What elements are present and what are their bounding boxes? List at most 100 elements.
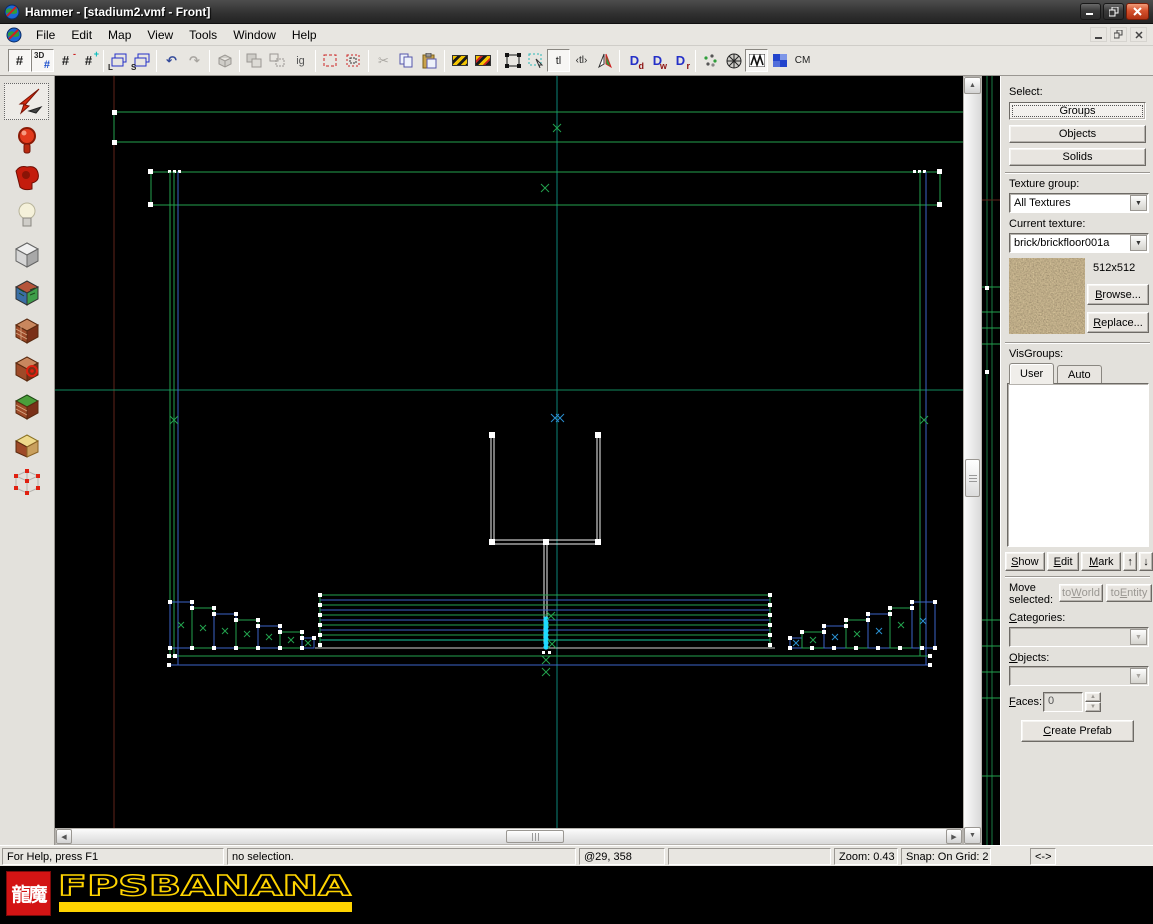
- browse-button[interactable]: Browse...: [1087, 284, 1149, 305]
- ungroup-button[interactable]: [266, 49, 289, 72]
- visgroup-move-up-button[interactable]: ↑: [1123, 552, 1137, 571]
- texture-scale-lock-button[interactable]: ‹tl›: [570, 49, 593, 72]
- visgroup-mark-button[interactable]: Mark: [1081, 552, 1121, 571]
- create-prefab-button[interactable]: Create Prefab: [1021, 720, 1134, 742]
- disp-mask-solid-button[interactable]: Dd: [623, 49, 646, 72]
- categories-label: Categories:: [1009, 612, 1065, 624]
- horizontal-scrollbar-thumb[interactable]: [506, 830, 564, 843]
- scroll-up-button[interactable]: ▲: [964, 77, 981, 94]
- hide-selected-button[interactable]: [319, 49, 342, 72]
- close-button[interactable]: [1126, 3, 1149, 20]
- replace-button[interactable]: Replace...: [1087, 312, 1149, 333]
- mdi-close-button[interactable]: [1130, 27, 1147, 42]
- redo-button[interactable]: ↷: [183, 49, 206, 72]
- vertex-tool[interactable]: [4, 463, 49, 500]
- vertical-scrollbar-thumb[interactable]: [965, 459, 980, 497]
- status-help: For Help, press F1: [2, 848, 224, 865]
- fpsbanana-logo[interactable]: 龍魔: [6, 871, 51, 916]
- texture-lock-button[interactable]: tl: [547, 49, 570, 72]
- to-world-button[interactable]: toWorld: [1059, 584, 1103, 602]
- cut-button[interactable]: ✂: [372, 49, 395, 72]
- title-bar[interactable]: Hammer - [stadium2.vmf - Front]: [0, 0, 1153, 24]
- menu-tools[interactable]: Tools: [181, 25, 225, 45]
- run-map-button[interactable]: [722, 49, 745, 72]
- categories-dropdown[interactable]: ▼: [1009, 627, 1149, 647]
- select-touching-button[interactable]: [501, 49, 524, 72]
- spinner-down-icon[interactable]: ▼: [1085, 702, 1101, 712]
- apply-current-texture-tool[interactable]: [4, 311, 49, 348]
- flip-button[interactable]: [593, 49, 616, 72]
- carve-button[interactable]: [213, 49, 236, 72]
- magnify-tool[interactable]: [4, 121, 49, 158]
- faces-spinner[interactable]: ▲ ▼: [1085, 692, 1101, 712]
- horizontal-scrollbar[interactable]: ◀ ▶: [55, 828, 963, 845]
- menu-help[interactable]: Help: [284, 25, 325, 45]
- menu-window[interactable]: Window: [225, 25, 284, 45]
- restore-button[interactable]: [1103, 3, 1124, 20]
- menu-view[interactable]: View: [139, 25, 181, 45]
- scroll-right-button[interactable]: ▶: [946, 829, 962, 844]
- scroll-down-button[interactable]: ▼: [964, 827, 981, 844]
- undo-button[interactable]: ↶: [160, 49, 183, 72]
- texture-application-tool[interactable]: [4, 273, 49, 310]
- menu-edit[interactable]: Edit: [63, 25, 100, 45]
- visgroups-tab-user[interactable]: User: [1009, 363, 1054, 384]
- clipping-tool[interactable]: [4, 425, 49, 462]
- visgroup-show-button[interactable]: Show: [1005, 552, 1045, 571]
- cordon-edit-button[interactable]: [448, 49, 471, 72]
- faces-field[interactable]: 0: [1043, 692, 1083, 712]
- toggle-3d-grid-button[interactable]: 3D #: [31, 49, 54, 72]
- smaller-grid-button[interactable]: #-: [54, 49, 77, 72]
- to-entity-button[interactable]: toEntity: [1106, 584, 1152, 602]
- scroll-left-button[interactable]: ◀: [56, 829, 72, 844]
- cordon-toggle-button[interactable]: [471, 49, 494, 72]
- larger-grid-button[interactable]: #+: [77, 49, 100, 72]
- select-groups-button[interactable]: Groups: [1009, 102, 1146, 120]
- visgroups-list[interactable]: [1007, 383, 1149, 547]
- texture-group-dropdown[interactable]: All Textures ▼: [1009, 193, 1149, 213]
- vertical-scrollbar[interactable]: ▲ ▼: [963, 76, 982, 845]
- selection-tool[interactable]: [4, 83, 49, 120]
- apply-decals-tool[interactable]: [4, 349, 49, 386]
- mdi-restore-button[interactable]: [1110, 27, 1127, 42]
- dropdown-arrow-icon[interactable]: ▼: [1130, 235, 1147, 251]
- viewport-canvas[interactable]: [55, 76, 963, 828]
- texture-application-button[interactable]: [745, 49, 768, 72]
- fpsbanana-title[interactable]: FPSBANANA: [58, 868, 358, 902]
- toggle-grid-button[interactable]: #: [8, 49, 31, 72]
- move-selected-label: Move selected:: [1009, 582, 1059, 606]
- ignore-groups-button[interactable]: ig: [289, 49, 312, 72]
- disp-mask-walkable-button[interactable]: Dw: [646, 49, 669, 72]
- texture-application-icon: [749, 54, 765, 67]
- visgroups-label: VisGroups:: [1009, 348, 1063, 360]
- paste-button[interactable]: [418, 49, 441, 72]
- select-solids-button[interactable]: Solids: [1009, 148, 1146, 166]
- menu-file[interactable]: File: [28, 25, 63, 45]
- select-enclosed-button[interactable]: [524, 49, 547, 72]
- hide-unselected-button[interactable]: [342, 49, 365, 72]
- minimize-button[interactable]: [1080, 3, 1101, 20]
- current-texture-dropdown[interactable]: brick/brickfloor001a ▼: [1009, 233, 1149, 253]
- select-objects-button[interactable]: Objects: [1009, 125, 1146, 143]
- load-window-state-button[interactable]: L: [107, 49, 130, 72]
- flip-icon: [597, 53, 613, 69]
- apply-current-texture-button[interactable]: [768, 49, 791, 72]
- spinner-up-icon[interactable]: ▲: [1085, 692, 1101, 702]
- camera-tool[interactable]: [4, 159, 49, 196]
- disp-mask-remove-button[interactable]: Dr: [669, 49, 692, 72]
- visgroups-tab-auto[interactable]: Auto: [1057, 365, 1102, 384]
- copy-button[interactable]: [395, 49, 418, 72]
- color-mode-button[interactable]: CM: [791, 49, 814, 72]
- mdi-minimize-button[interactable]: [1090, 27, 1107, 42]
- visgroup-edit-button[interactable]: Edit: [1047, 552, 1080, 571]
- visgroup-move-down-button[interactable]: ↓: [1139, 552, 1153, 571]
- overlay-tool[interactable]: [4, 387, 49, 424]
- entity-report-button[interactable]: [699, 49, 722, 72]
- menu-map[interactable]: Map: [100, 25, 139, 45]
- entity-tool[interactable]: [4, 197, 49, 234]
- group-button[interactable]: [243, 49, 266, 72]
- block-tool[interactable]: [4, 235, 49, 272]
- save-window-state-button[interactable]: S: [130, 49, 153, 72]
- dropdown-arrow-icon[interactable]: ▼: [1130, 195, 1147, 211]
- objects-dropdown[interactable]: ▼: [1009, 666, 1149, 686]
